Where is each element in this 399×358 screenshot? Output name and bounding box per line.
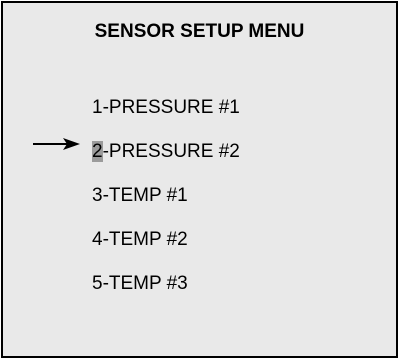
menu-item-number: 4	[92, 229, 103, 250]
menu-item-label: -TEMP #2	[102, 229, 188, 250]
menu-item-temp-3[interactable]: 5-TEMP #3	[92, 273, 240, 317]
menu-item-temp-2[interactable]: 4-TEMP #2	[92, 229, 240, 273]
menu-item-label: -PRESSURE #2	[102, 141, 240, 162]
menu-item-label: -PRESSURE #1	[102, 97, 240, 118]
sensor-menu-list: 1-PRESSURE #1 2-PRESSURE #2 3-TEMP #1 4-…	[92, 97, 240, 317]
menu-item-label: -TEMP #1	[102, 185, 188, 206]
menu-title: SENSOR SETUP MENU	[94, 21, 305, 42]
menu-item-label: -TEMP #3	[102, 273, 188, 294]
menu-item-number: 5	[92, 273, 103, 294]
menu-item-number: 3	[92, 185, 103, 206]
sensor-setup-screen: SENSOR SETUP MENU 1-PRESSURE #1 2-PRESSU…	[1, 1, 398, 358]
menu-item-number: 1	[92, 97, 103, 118]
menu-item-pressure-1[interactable]: 1-PRESSURE #1	[92, 97, 240, 141]
selection-cursor: 2	[92, 141, 103, 162]
menu-item-pressure-2[interactable]: 2-PRESSURE #2	[92, 141, 240, 185]
menu-item-temp-1[interactable]: 3-TEMP #1	[92, 185, 240, 229]
right-arrow-icon	[33, 138, 80, 150]
